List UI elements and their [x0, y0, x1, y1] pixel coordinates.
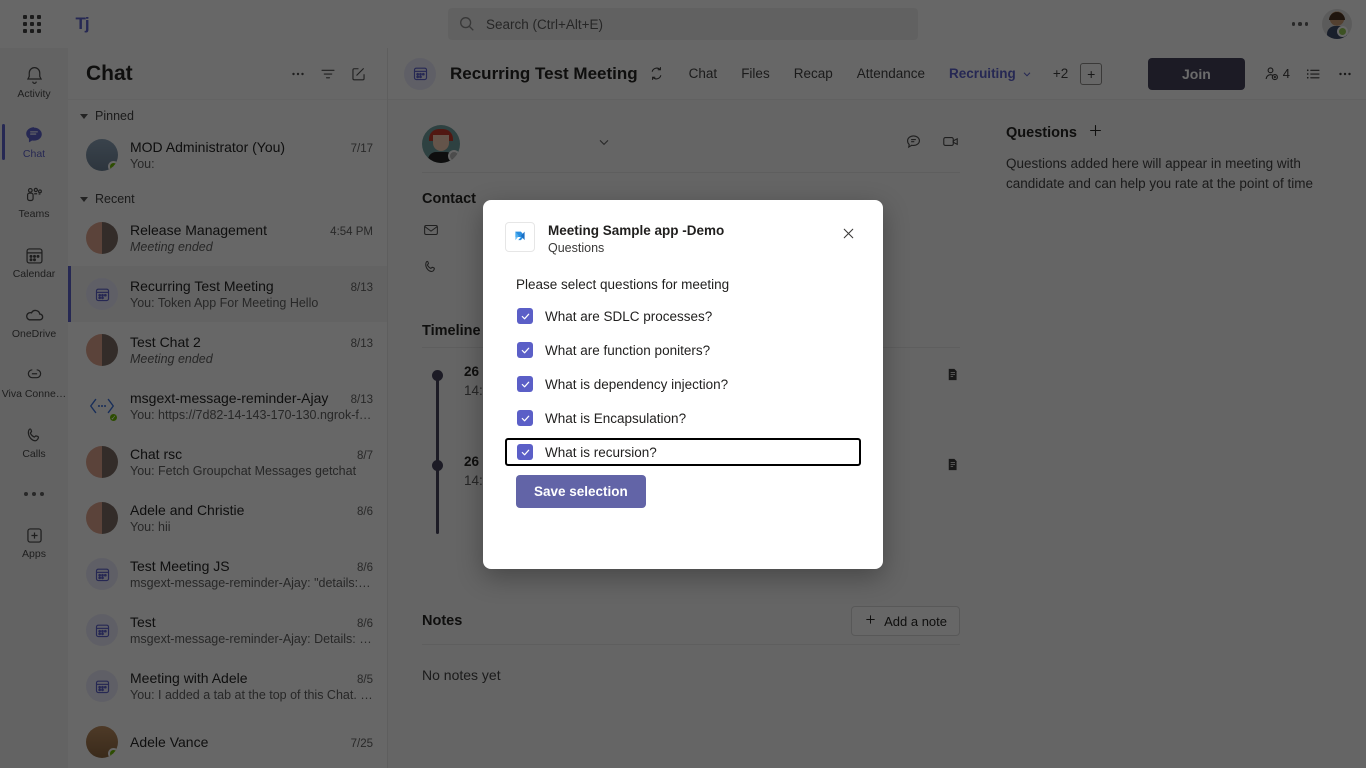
question-option[interactable]: What are function poniters?: [505, 336, 861, 364]
app-logo-icon: [505, 222, 535, 252]
question-label: What are SDLC processes?: [545, 308, 713, 324]
question-option[interactable]: What are SDLC processes?: [505, 302, 861, 330]
modal-header: Meeting Sample app -Demo Questions: [505, 222, 861, 255]
modal-instruction: Please select questions for meeting: [516, 277, 730, 292]
questions-task-module: Meeting Sample app -Demo Questions Pleas…: [483, 200, 883, 569]
modal-app-subtitle: Questions: [548, 241, 605, 255]
checkbox-checked-icon[interactable]: [517, 308, 533, 324]
question-option[interactable]: What is dependency injection?: [505, 370, 861, 398]
checkbox-checked-icon[interactable]: [517, 444, 533, 460]
checkbox-checked-icon[interactable]: [517, 376, 533, 392]
question-label: What are function poniters?: [545, 342, 711, 358]
question-label: What is dependency injection?: [545, 376, 729, 392]
question-checkbox-list: What are SDLC processes? What are functio…: [505, 302, 861, 466]
question-label: What is recursion?: [545, 444, 657, 460]
question-label: What is Encapsulation?: [545, 410, 687, 426]
checkbox-checked-icon[interactable]: [517, 342, 533, 358]
close-icon[interactable]: [835, 220, 861, 246]
app-window: Tj Search (Ctrl+Alt+E): [0, 0, 1366, 768]
save-selection-button[interactable]: Save selection: [516, 475, 646, 508]
question-option[interactable]: What is Encapsulation?: [505, 404, 861, 432]
checkbox-checked-icon[interactable]: [517, 410, 533, 426]
question-option[interactable]: What is recursion?: [505, 438, 861, 466]
modal-app-name: Meeting Sample app -Demo: [548, 223, 725, 238]
